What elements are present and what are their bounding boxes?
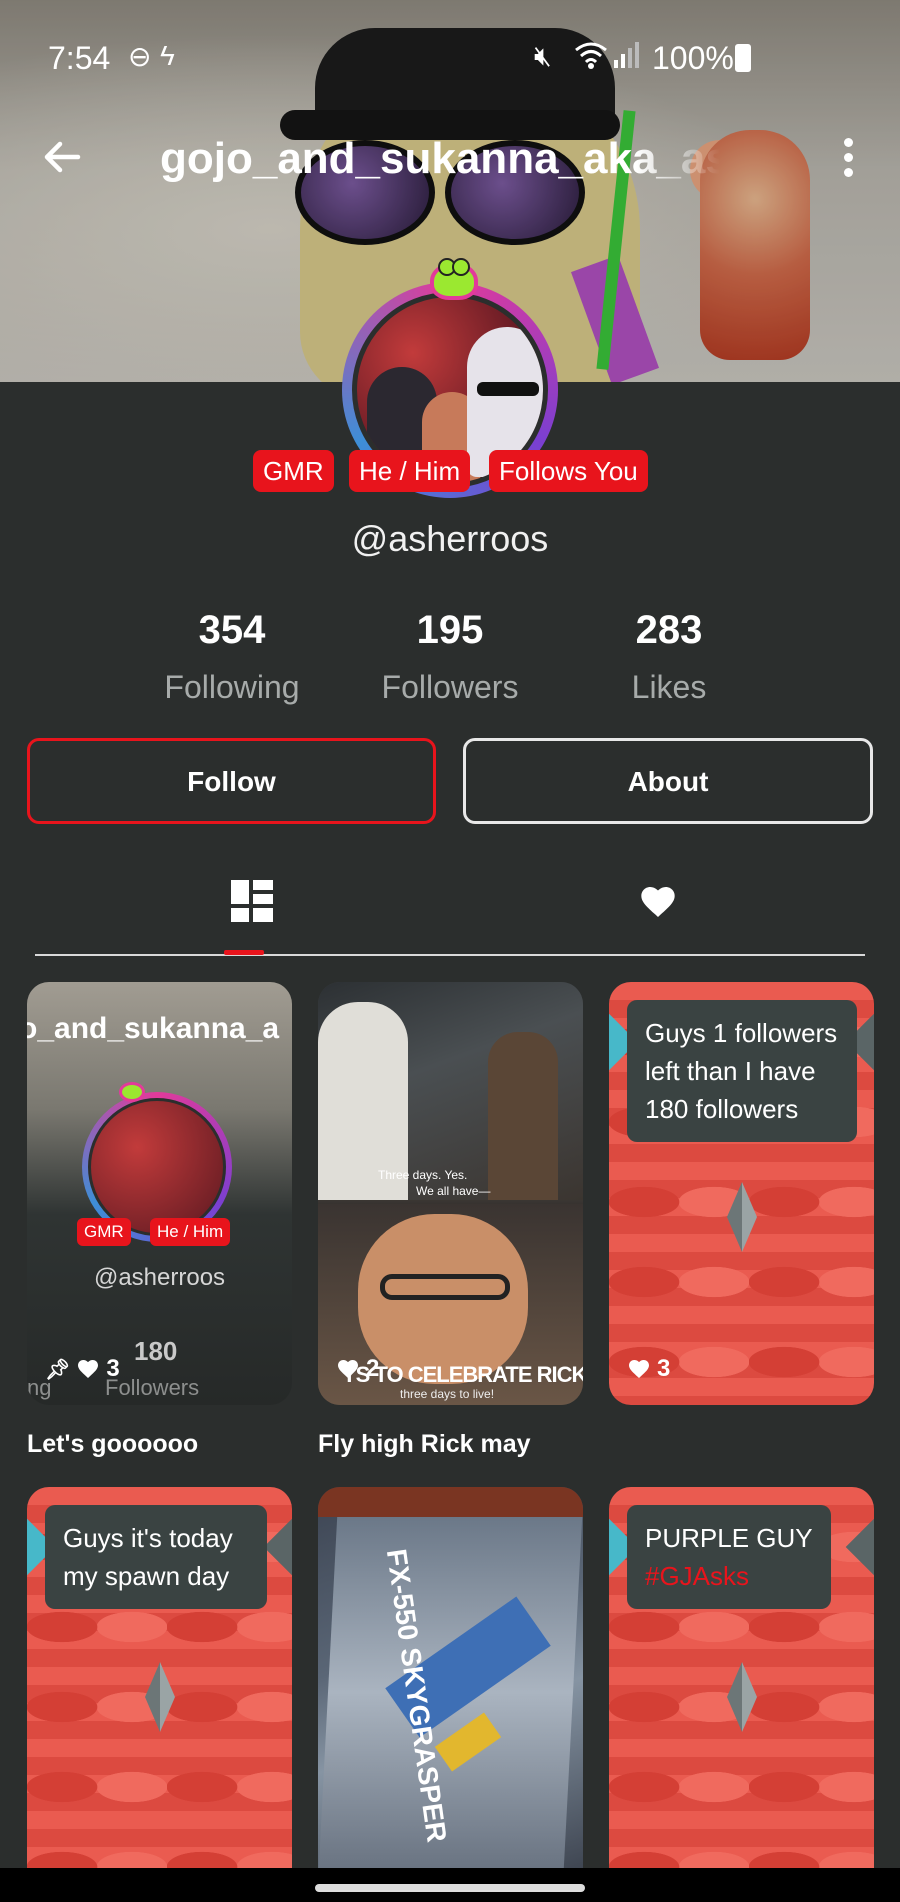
badge-follows-you: Follows You: [489, 450, 648, 492]
pin-icon: 📌︎: [45, 1358, 71, 1381]
post-inner-title: o_and_sukanna_a: [27, 1012, 280, 1045]
post-inner-followers-value: 180: [134, 1336, 178, 1366]
meme-text-bottom-2: three days to live!: [400, 1387, 495, 1401]
post-note-text: PURPLE GUY: [645, 1523, 813, 1553]
post-like-count: 2: [336, 1355, 379, 1383]
profile-handle: @asherroos: [351, 518, 549, 559]
home-indicator[interactable]: [315, 1884, 585, 1892]
stat-value: 354: [198, 608, 266, 652]
post-note-tag[interactable]: #GJAsks: [645, 1557, 813, 1595]
wifi-icon: [574, 40, 608, 77]
follow-button[interactable]: Follow: [27, 738, 436, 824]
profile-stats: 354 Following 195 Followers 283 Likes: [0, 608, 900, 718]
battery-percent: 100%: [652, 40, 734, 76]
meme-text-top-2: We all have—: [416, 1184, 491, 1198]
post-tile-6[interactable]: PURPLE GUY #GJAsks: [609, 1487, 874, 1868]
post-caption[interactable]: Let's goooooo: [27, 1430, 198, 1459]
stat-label: Likes: [631, 669, 707, 705]
stat-label: Following: [164, 669, 300, 705]
stat-value: 283: [635, 608, 703, 652]
profile-title: gojo_and_sukanna_aka_asherroos: [160, 134, 720, 183]
stat-followers[interactable]: 195 Followers: [340, 608, 560, 706]
profile-badges: GMR He / Him Follows You: [0, 450, 900, 494]
post-note-text: Guys it's today my spawn day: [45, 1505, 267, 1609]
post-inner-handle: @asherroos: [93, 1264, 226, 1291]
like-count-value: 3: [657, 1355, 671, 1382]
back-button[interactable]: [38, 132, 88, 182]
flash-icon: ϟ: [160, 40, 175, 71]
tab-liked[interactable]: [628, 880, 688, 940]
active-tab-indicator: [224, 950, 264, 955]
post-tile-3[interactable]: Guys 1 followers left than I have 180 fo…: [609, 982, 874, 1405]
about-button[interactable]: About: [463, 738, 873, 824]
meme-top-panel: Three days. Yes. We all have—: [318, 982, 583, 1200]
back-arrow-icon: [44, 141, 81, 173]
status-time: 7:54: [48, 40, 111, 76]
post-note-text: Guys 1 followers left than I have 180 fo…: [627, 1000, 857, 1142]
badge-pronouns: He / Him: [349, 450, 471, 492]
liked-heart-icon: [641, 887, 675, 917]
heart-icon: [629, 1360, 649, 1378]
post-like-count: 3: [627, 1355, 670, 1383]
like-count-value: 3: [106, 1355, 120, 1382]
tab-posts[interactable]: [222, 880, 282, 940]
meme-text-top: Three days. Yes.: [378, 1168, 468, 1182]
posts-grid-icon: [231, 880, 273, 922]
more-vert-icon: [843, 138, 853, 147]
heart-icon: [78, 1360, 99, 1378]
post-tile-2[interactable]: Three days. Yes. We all have— YS TO CELE…: [318, 982, 583, 1405]
stat-likes: 283 Likes: [559, 608, 779, 706]
post-tile-1[interactable]: o_and_sukanna_a GMR He / Him @asherroos …: [27, 982, 292, 1405]
frog-frame-icon: [430, 258, 478, 300]
do-not-disturb-icon: ⊖: [128, 41, 152, 72]
badge-gmr: GMR: [253, 450, 334, 492]
stat-following[interactable]: 354 Following: [122, 608, 342, 706]
battery-icon: [735, 44, 751, 72]
profile-tabs: [35, 860, 865, 956]
post-caption[interactable]: Fly high Rick may: [318, 1430, 531, 1459]
post-like-count: 📌︎ 3: [45, 1355, 120, 1383]
heart-icon: [338, 1360, 358, 1378]
stat-label: Followers: [381, 669, 519, 705]
signal-icon: [612, 40, 640, 77]
badge-gmr: GMR: [77, 1218, 131, 1246]
stat-value: 195: [416, 608, 484, 652]
frog-frame-icon: [119, 1082, 145, 1102]
status-bar: 7:54 ⊖ ϟ 🔇︎ 100%: [0, 30, 900, 86]
post-tile-5[interactable]: FX-550 SKYGRASPER: [318, 1487, 583, 1868]
post-tile-4[interactable]: Guys it's today my spawn day: [27, 1487, 292, 1868]
more-options-button[interactable]: [830, 138, 866, 182]
like-count-value: 2: [366, 1355, 380, 1382]
badge-pronouns: He / Him: [150, 1218, 231, 1246]
post-note: PURPLE GUY #GJAsks: [627, 1505, 831, 1609]
mute-icon: 🔇︎: [534, 40, 552, 71]
